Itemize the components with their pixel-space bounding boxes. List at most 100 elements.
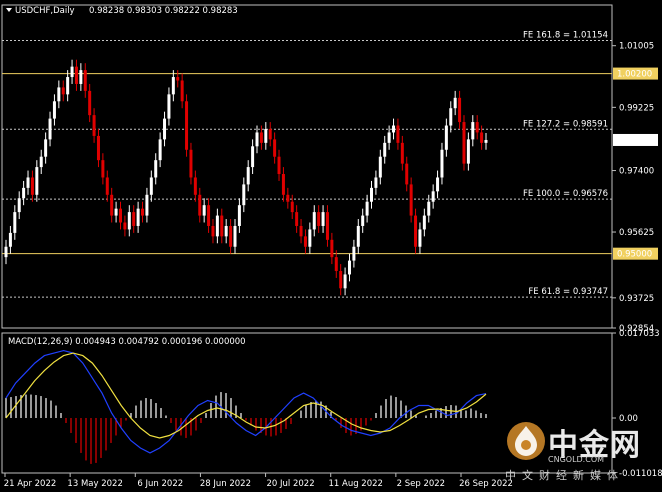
date-label-4: 20 Jul 2022	[267, 479, 315, 489]
macd-header: MACD(12,26,9) 0.004943 0.004792 0.000196…	[8, 337, 246, 347]
current-price-label: 0.98283	[617, 136, 652, 146]
candle-body-19	[88, 90, 92, 116]
candle-body-41	[185, 101, 189, 150]
candle-body-70	[312, 212, 316, 230]
candle-body-36	[163, 118, 167, 140]
candle-body-35	[158, 139, 162, 161]
date-label-6: 2 Sep 2022	[397, 479, 445, 489]
candle-body-104	[462, 122, 466, 164]
candle-body-26	[118, 208, 122, 223]
candle-body-5	[26, 177, 30, 188]
candle-body-64	[286, 194, 290, 202]
candle-body-109	[484, 139, 488, 143]
candle-body-16	[74, 66, 78, 84]
hline-label-0: FE 161.8 = 1.01154	[523, 31, 608, 41]
macd-tick-label-2: -0.011018	[619, 469, 662, 479]
candle-body-76	[339, 270, 343, 289]
price-tick-label-1: 0.99225	[619, 103, 654, 113]
candle-body-7	[35, 167, 39, 195]
candle-body-32	[145, 194, 149, 216]
candle-body-17	[79, 70, 83, 84]
date-label-0: 21 Apr 2022	[4, 479, 57, 489]
candle-body-8	[39, 156, 43, 168]
candle-body-55	[246, 167, 250, 185]
candle-body-101	[449, 108, 453, 126]
macd-tick-label-0: 0.017033	[619, 329, 660, 339]
candle-body-94	[418, 229, 422, 247]
price-tag-text-5: 0.95000	[617, 250, 652, 260]
candle-body-50	[224, 225, 228, 237]
candle-body-34	[154, 160, 158, 178]
candle-body-78	[347, 260, 351, 275]
candle-body-23	[105, 177, 109, 195]
candle-body-106	[471, 122, 475, 140]
candle-body-105	[466, 139, 470, 164]
candle-body-43	[193, 177, 197, 195]
candle-body-40	[180, 80, 184, 102]
price-tag-text-4: 1.00200	[617, 70, 652, 80]
candle-body-59	[264, 128, 268, 143]
candle-body-88	[392, 125, 396, 133]
candle-body-96	[427, 201, 431, 216]
date-label-1: 13 May 2022	[67, 479, 122, 489]
candle-body-62	[277, 156, 281, 175]
price-tick-label-2: 0.97400	[619, 167, 654, 177]
candle-body-98	[436, 177, 440, 192]
candle-body-44	[198, 194, 202, 216]
candle-body-71	[317, 212, 321, 226]
candle-body-83	[370, 187, 374, 202]
candle-body-53	[237, 205, 241, 226]
price-tick-label-0: 1.01005	[619, 42, 654, 52]
candle-body-45	[202, 205, 206, 216]
candle-body-29	[132, 212, 136, 226]
candle-body-54	[242, 184, 246, 206]
candle-body-49	[220, 215, 224, 237]
hline-label-1: FE 127.2 = 0.98591	[523, 119, 608, 129]
candle-body-27	[123, 222, 127, 230]
candle-body-75	[334, 257, 338, 271]
candle-body-39	[176, 77, 180, 81]
candle-body-0	[4, 246, 8, 258]
candle-body-66	[295, 212, 299, 226]
candle-body-9	[44, 139, 48, 157]
price-tick-label-4: 0.93725	[619, 294, 654, 304]
candle-body-72	[321, 212, 325, 226]
candle-body-33	[149, 177, 153, 195]
macd-line	[5, 349, 487, 454]
candle-body-15	[70, 66, 74, 78]
candle-body-97	[431, 191, 435, 202]
date-label-5: 11 Aug 2022	[328, 479, 382, 489]
candle-body-22	[101, 160, 105, 178]
candle-body-14	[66, 77, 70, 95]
candle-body-107	[475, 122, 479, 133]
date-label-2: 6 Jun 2022	[137, 479, 183, 489]
candle-body-2	[13, 212, 17, 233]
candle-body-102	[453, 97, 457, 109]
hline-label-3: FE 61.8 = 0.93747	[528, 287, 608, 297]
candle-body-11	[52, 101, 56, 119]
candle-body-1	[8, 232, 12, 247]
candle-body-91	[405, 163, 409, 185]
watermark-slogan: 中文财经新媒体	[505, 469, 624, 482]
candle-body-21	[96, 135, 100, 161]
candle-body-79	[352, 246, 356, 261]
hline-label-2: FE 100.0 = 0.96576	[523, 189, 608, 199]
candle-body-28	[127, 212, 131, 230]
candle-body-69	[308, 229, 312, 247]
menu-triangle-icon	[6, 8, 12, 12]
candle-body-3	[17, 198, 21, 213]
price-chart: FE 161.8 = 1.01154 FE 127.2 = 0.98591 FE 1…	[1, 4, 662, 489]
symbol-header: USDCHF,Daily	[15, 6, 75, 16]
candle-body-77	[343, 274, 347, 289]
candle-body-46	[207, 205, 211, 226]
candle-body-38	[171, 77, 175, 95]
candle-body-63	[281, 174, 285, 195]
candle-body-89	[396, 125, 400, 143]
candle-body-74	[330, 239, 334, 258]
candle-body-82	[365, 201, 369, 216]
candle-body-48	[215, 215, 219, 237]
candle-body-10	[48, 118, 52, 140]
candle-body-84	[374, 177, 378, 188]
candle-body-12	[57, 87, 61, 102]
candle-body-95	[422, 215, 426, 230]
